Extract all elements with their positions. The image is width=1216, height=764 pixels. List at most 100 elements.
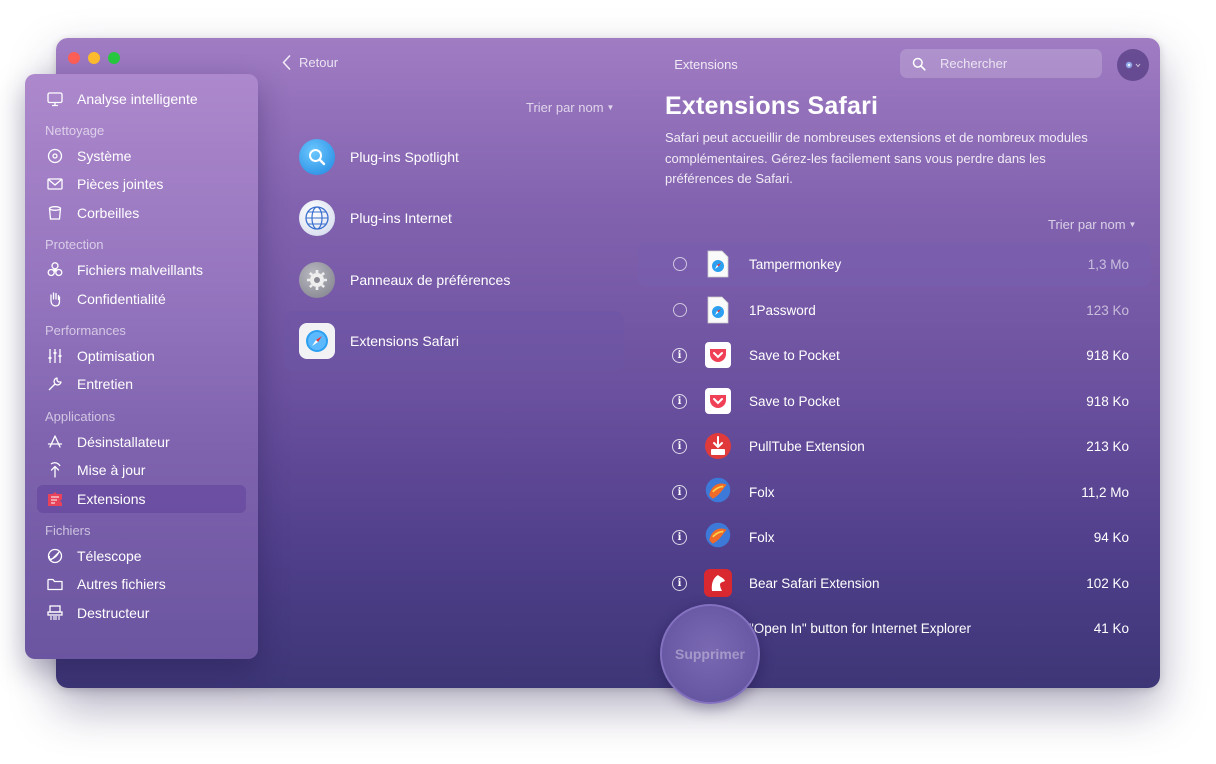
extension-row-pulltube[interactable]: i PullTube Extension 213 Ko	[638, 424, 1151, 469]
globe-icon	[299, 200, 335, 236]
sidebar-item-label: Extensions	[77, 491, 146, 507]
info-icon[interactable]: i	[672, 439, 687, 454]
app-store-icon	[46, 433, 64, 451]
sidebar-item-privacy[interactable]: Confidentialité	[37, 285, 246, 313]
close-window-button[interactable]	[68, 52, 80, 64]
select-checkbox[interactable]	[673, 257, 687, 271]
extension-size: 213 Ko	[1086, 439, 1129, 454]
sidebar-item-uninstaller[interactable]: Désinstallateur	[37, 428, 246, 456]
disc-icon	[46, 147, 64, 165]
sidebar-item-label: Confidentialité	[77, 291, 166, 307]
sidebar-item-label: Fichiers malveillants	[77, 262, 204, 278]
extension-size: 102 Ko	[1086, 576, 1129, 591]
sidebar-item-label: Télescope	[77, 548, 142, 564]
monitor-icon	[46, 90, 64, 108]
sliders-icon	[46, 347, 64, 365]
extension-size: 11,2 Mo	[1081, 485, 1129, 500]
category-safari-extensions[interactable]: Extensions Safari	[284, 311, 624, 371]
extension-name: "Open In" button for Internet Explorer	[749, 621, 971, 636]
detail-description: Safari peut accueillir de nombreuses ext…	[665, 130, 1088, 186]
zoom-window-button[interactable]	[108, 52, 120, 64]
sidebar-item-maintenance[interactable]: Entretien	[37, 370, 246, 398]
remove-button[interactable]: Supprimer	[660, 604, 760, 704]
sidebar-section-title: Performances	[45, 323, 126, 338]
sidebar-item-malware[interactable]: Fichiers malveillants	[37, 256, 246, 284]
extension-size: 41 Ko	[1093, 621, 1129, 636]
sidebar-item-label: Désinstallateur	[77, 434, 170, 450]
search-input[interactable]	[938, 55, 1092, 72]
envelope-icon	[46, 175, 64, 193]
bear-icon	[704, 569, 732, 597]
category-preference-panes[interactable]: Panneaux de préférences	[284, 250, 624, 310]
extension-row-folx[interactable]: i Folx 94 Ko	[638, 515, 1151, 560]
assistant-button[interactable]	[1117, 49, 1149, 81]
sidebar-item-extensions[interactable]: Extensions	[37, 485, 246, 513]
pulltube-icon	[704, 432, 732, 460]
folder-icon	[46, 575, 64, 593]
info-icon[interactable]: i	[672, 530, 687, 545]
wrench-icon	[46, 375, 64, 393]
categories-sort-dropdown[interactable]: Trier par nom ▼	[526, 100, 614, 115]
puzzle-icon	[46, 490, 64, 508]
category-label: Plug-ins Spotlight	[350, 149, 459, 165]
info-icon[interactable]: i	[672, 348, 687, 363]
spotlight-icon	[299, 139, 335, 175]
info-icon[interactable]: i	[672, 576, 687, 591]
sidebar-item-label: Autres fichiers	[77, 576, 166, 592]
extension-name: Save to Pocket	[749, 348, 840, 363]
extension-size: 94 Ko	[1093, 530, 1129, 545]
update-icon	[46, 461, 64, 479]
extension-name: Folx	[749, 530, 775, 545]
sidebar-item-label: Analyse intelligente	[77, 91, 198, 107]
sidebar-item-label: Système	[77, 148, 132, 164]
sidebar-section-title: Fichiers	[45, 523, 91, 538]
extension-row-save-to-pocket[interactable]: i Save to Pocket 918 Ko	[638, 379, 1151, 424]
detail-title: Extensions Safari	[665, 92, 879, 120]
back-button[interactable]: Retour	[282, 55, 338, 70]
minimize-window-button[interactable]	[88, 52, 100, 64]
sidebar-item-space-lens[interactable]: Télescope	[37, 542, 246, 570]
extension-row-bear[interactable]: i Bear Safari Extension 102 Ko	[638, 561, 1151, 606]
biohazard-icon	[46, 261, 64, 279]
assistant-icon	[1125, 61, 1141, 69]
extension-row-1password[interactable]: 1Password 123 Ko	[638, 288, 1151, 333]
search-field[interactable]	[900, 49, 1102, 78]
info-icon[interactable]: i	[672, 394, 687, 409]
sidebar-item-label: Pièces jointes	[77, 176, 164, 192]
category-internet-plugins[interactable]: Plug-ins Internet	[284, 188, 624, 248]
sidebar-item-updater[interactable]: Mise à jour	[37, 456, 246, 484]
chevron-left-icon	[282, 55, 291, 70]
sort-label: Trier par nom	[1048, 217, 1126, 232]
extension-name: Folx	[749, 485, 775, 500]
sidebar-item-label: Mise à jour	[77, 462, 146, 478]
sidebar-item-large-old-files[interactable]: Autres fichiers	[37, 570, 246, 598]
sidebar-item-mail-attachments[interactable]: Pièces jointes	[37, 170, 246, 198]
sidebar-item-system[interactable]: Système	[37, 142, 246, 170]
select-checkbox[interactable]	[673, 303, 687, 317]
extensions-sort-dropdown[interactable]: Trier par nom ▼	[1048, 217, 1136, 232]
sidebar-item-smart-scan[interactable]: Analyse intelligente	[37, 85, 246, 113]
extension-size: 1,3 Mo	[1087, 257, 1129, 272]
extension-name: Tampermonkey	[749, 257, 842, 272]
category-spotlight-plugins[interactable]: Plug-ins Spotlight	[284, 127, 624, 187]
info-icon[interactable]: i	[672, 485, 687, 500]
sidebar-item-label: Destructeur	[77, 605, 150, 621]
category-label: Plug-ins Internet	[350, 210, 452, 226]
extension-name: PullTube Extension	[749, 439, 865, 454]
sidebar-item-trash[interactable]: Corbeilles	[37, 199, 246, 227]
shredder-icon	[46, 604, 64, 622]
extension-size: 918 Ko	[1086, 394, 1129, 409]
safari-doc-icon	[704, 296, 732, 324]
sidebar-item-shredder[interactable]: Destructeur	[37, 599, 246, 627]
extension-row-tampermonkey[interactable]: Tampermonkey 1,3 Mo	[638, 242, 1151, 287]
chevron-down-icon: ▼	[1128, 220, 1137, 229]
extension-name: Bear Safari Extension	[749, 576, 880, 591]
sidebar-item-optimization[interactable]: Optimisation	[37, 342, 246, 370]
category-label: Extensions Safari	[350, 333, 459, 349]
pocket-icon	[704, 341, 732, 369]
extension-row-save-to-pocket[interactable]: i Save to Pocket 918 Ko	[638, 333, 1151, 378]
window-title: Extensions	[674, 57, 738, 72]
sidebar-item-label: Entretien	[77, 376, 134, 392]
extension-row-folx[interactable]: i Folx 11,2 Mo	[638, 470, 1151, 515]
pocket-icon	[704, 387, 732, 415]
